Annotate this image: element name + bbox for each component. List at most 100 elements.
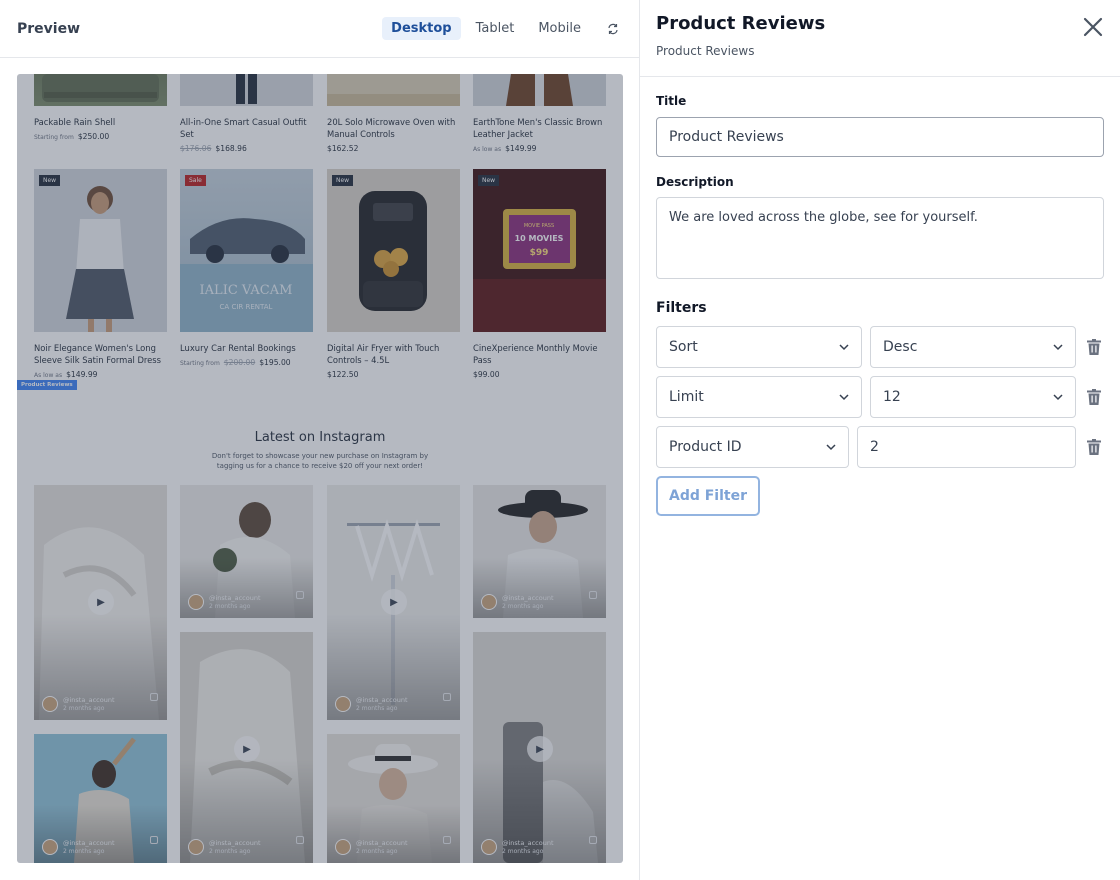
title-input[interactable]	[656, 117, 1104, 157]
close-icon[interactable]	[1083, 17, 1103, 37]
product-image: New	[327, 169, 460, 332]
avatar	[188, 594, 204, 610]
description-label: Description	[656, 175, 734, 189]
post-meta: @insta_account 2 months ago	[42, 696, 115, 712]
avatar	[42, 696, 58, 712]
svg-text:CA CIR RENTAL: CA CIR RENTAL	[220, 303, 273, 311]
post-meta: @insta_account 2 months ago	[335, 839, 408, 855]
instagram-icon	[589, 836, 597, 844]
product-name: Digital Air Fryer with Touch Controls – …	[327, 343, 440, 365]
avatar	[42, 839, 58, 855]
post-meta: @insta_account 2 months ago	[481, 594, 554, 610]
filter-value-select[interactable]: Desc	[870, 326, 1076, 368]
add-filter-button[interactable]: Add Filter	[656, 476, 760, 516]
panel-title: Product Reviews	[656, 13, 826, 34]
chevron-down-icon	[1053, 394, 1063, 401]
avatar	[481, 839, 497, 855]
filter-field-select[interactable]: Sort	[656, 326, 862, 368]
instagram-post[interactable]: @insta_account 2 months ago	[327, 734, 460, 863]
product-price: Starting from $250.00	[34, 132, 110, 141]
chevron-down-icon	[1053, 344, 1063, 351]
preview-header: Preview Desktop Tablet Mobile	[0, 0, 639, 58]
instagram-icon	[443, 693, 451, 701]
avatar	[335, 839, 351, 855]
avatar	[188, 839, 204, 855]
product-name: All-in-One Smart Casual Outfit Set	[180, 117, 307, 139]
preview-title: Preview	[17, 20, 81, 37]
refresh-icon[interactable]	[604, 20, 622, 38]
post-meta: @insta_account 2 months ago	[335, 696, 408, 712]
instagram-post[interactable]: ▶ @insta_account 2 months ago	[473, 632, 606, 863]
instagram-icon	[443, 836, 451, 844]
instagram-post[interactable]: @insta_account 2 months ago	[473, 485, 606, 618]
play-icon[interactable]: ▶	[527, 736, 553, 762]
avatar	[335, 696, 351, 712]
product-name: Packable Rain Shell	[34, 117, 116, 127]
instagram-title: Latest on Instagram	[254, 430, 386, 445]
product-price: Starting from $200.00 $195.00	[180, 358, 291, 367]
product-image	[473, 74, 606, 106]
product-name: EarthTone Men's Classic Brown Leather Ja…	[473, 117, 603, 139]
badge: New	[332, 175, 354, 186]
instagram-post[interactable]: ▶ @insta_account 2 months ago	[327, 485, 460, 720]
description-textarea[interactable]: We are loved across the globe, see for y…	[656, 197, 1104, 279]
product-image: IALIC VACAM CA CIR RENTAL Sale	[180, 169, 313, 332]
section-tag[interactable]: Product Reviews	[17, 380, 77, 390]
filter-field-select[interactable]: Limit	[656, 376, 862, 418]
filters-label: Filters	[656, 300, 707, 316]
product-name: CineXperience Monthly Movie Pass	[473, 343, 598, 365]
svg-text:IALIC VACAM: IALIC VACAM	[200, 283, 293, 298]
instagram-subtitle: Don't forget to showcase your new purcha…	[211, 452, 429, 470]
svg-text:$99: $99	[530, 248, 549, 258]
instagram-post[interactable]: ▶ @insta_account 2 months ago	[34, 485, 167, 720]
trash-icon[interactable]	[1087, 389, 1101, 405]
play-icon[interactable]: ▶	[88, 589, 114, 615]
instagram-icon	[150, 836, 158, 844]
product-price: $176.06 $168.96	[180, 144, 247, 153]
product-image	[34, 74, 167, 106]
filter-value-select[interactable]: 12	[870, 376, 1076, 418]
play-icon[interactable]: ▶	[381, 589, 407, 615]
trash-icon[interactable]	[1087, 339, 1101, 355]
preview-pane: Preview Desktop Tablet Mobile Packable R…	[0, 0, 640, 880]
trash-icon[interactable]	[1087, 439, 1101, 455]
post-meta: @insta_account 2 months ago	[481, 839, 554, 855]
product-image: New	[34, 169, 167, 332]
product-image	[180, 74, 313, 106]
settings-panel: Product Reviews Product Reviews Title De…	[640, 0, 1120, 880]
product-price: As low as $149.99	[34, 370, 98, 379]
device-tabs: Desktop Tablet Mobile	[382, 17, 622, 40]
instagram-post[interactable]: ▶ @insta_account 2 months ago	[180, 632, 313, 863]
tab-desktop[interactable]: Desktop	[382, 17, 461, 40]
product-price: As low as $149.99	[473, 144, 537, 153]
settings-header: Product Reviews Product Reviews	[640, 0, 1120, 77]
product-image: MOVIE PASS 10 MOVIES $99 New	[473, 169, 606, 332]
badge: New	[478, 175, 500, 186]
instagram-post[interactable]: @insta_account 2 months ago	[180, 485, 313, 618]
instagram-icon	[589, 591, 597, 599]
filter-field-select[interactable]: Product ID	[656, 426, 849, 468]
instagram-icon	[296, 836, 304, 844]
chevron-down-icon	[839, 344, 849, 351]
instagram-icon	[296, 591, 304, 599]
product-name: Luxury Car Rental Bookings	[180, 343, 296, 353]
product-price: $122.50	[327, 370, 359, 379]
filter-value-input[interactable]: 2	[857, 426, 1076, 468]
preview-canvas[interactable]: Packable Rain Shell Starting from $250.00…	[17, 74, 623, 863]
badge: Sale	[185, 175, 206, 186]
avatar	[481, 594, 497, 610]
chevron-down-icon	[839, 394, 849, 401]
product-price: $99.00	[473, 370, 500, 379]
play-icon[interactable]: ▶	[234, 736, 260, 762]
product-image	[327, 74, 460, 106]
post-meta: @insta_account 2 months ago	[188, 839, 261, 855]
instagram-post[interactable]: @insta_account 2 months ago	[34, 734, 167, 863]
badge: New	[39, 175, 61, 186]
chevron-down-icon	[826, 444, 836, 451]
tab-mobile[interactable]: Mobile	[529, 17, 590, 40]
product-price: $162.52	[327, 144, 359, 153]
svg-text:10 MOVIES: 10 MOVIES	[515, 234, 564, 243]
post-meta: @insta_account 2 months ago	[42, 839, 115, 855]
title-label: Title	[656, 94, 687, 108]
tab-tablet[interactable]: Tablet	[467, 17, 524, 40]
